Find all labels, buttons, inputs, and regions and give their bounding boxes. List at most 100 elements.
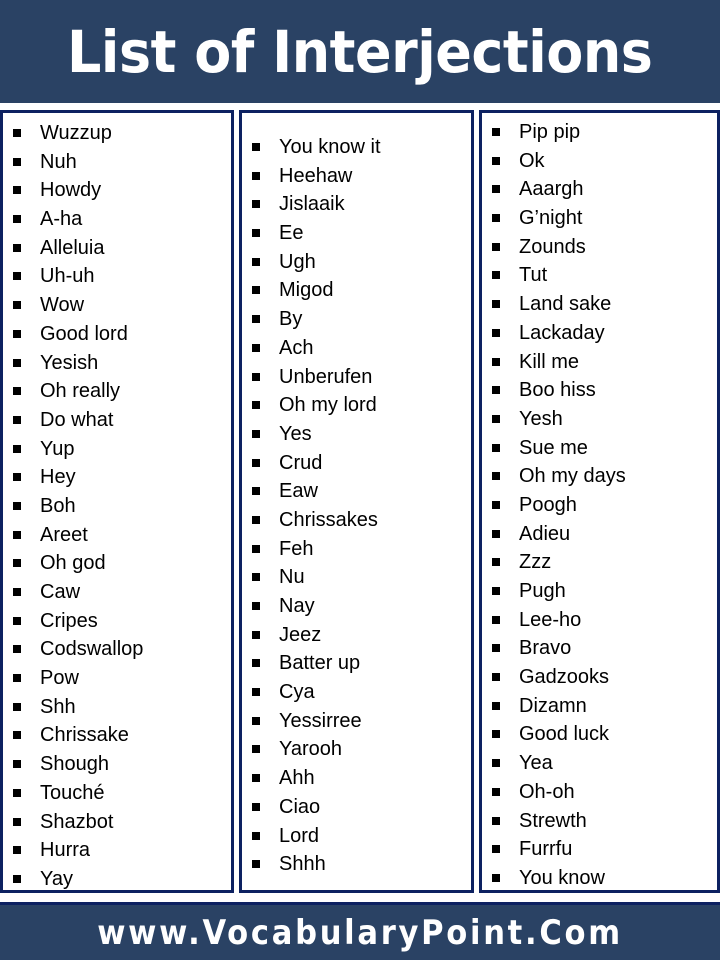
square-bullet-icon [492, 156, 500, 165]
interjection-text: Touché [40, 781, 105, 804]
square-bullet-icon [13, 501, 21, 510]
interjection-text: Areet [40, 523, 88, 546]
interjection-text: Codswallop [40, 638, 144, 661]
square-bullet-icon [252, 860, 260, 869]
square-bullet-icon [492, 500, 500, 509]
square-bullet-icon [252, 200, 260, 209]
square-bullet-icon [13, 129, 21, 137]
list-item: Ach [242, 334, 471, 363]
interjection-text: Hurra [40, 839, 91, 862]
list-item: Strewth [482, 807, 717, 836]
word-column-2: You know it Heehaw Jislaaik Ee Ugh Migod By Ach… [239, 110, 474, 893]
square-bullet-icon [252, 143, 260, 151]
list-item: By [242, 305, 471, 334]
website-url: www.VocabularyPoint.Com [97, 912, 623, 953]
interjection-text: Lord [279, 824, 320, 847]
interjection-text: Lee-ho [519, 608, 582, 631]
list-item: Ahh [242, 764, 471, 793]
list-item: Eaw [242, 477, 471, 506]
interjection-text: By [279, 308, 303, 331]
interjection-text: Yup [40, 437, 75, 460]
square-bullet-icon [492, 644, 500, 653]
interjection-text: Nu [279, 566, 305, 589]
square-bullet-icon [492, 271, 500, 280]
square-bullet-icon [13, 731, 21, 740]
square-bullet-icon [13, 329, 21, 338]
interjection-text: Boo hiss [519, 379, 596, 402]
list-item: Pow [3, 664, 231, 693]
interjection-text: Ee [279, 222, 304, 245]
list-item: Boh [3, 492, 231, 521]
list-item: Good lord [3, 320, 231, 349]
square-bullet-icon [13, 588, 21, 596]
list-item: Furrfu [482, 835, 717, 864]
list-item: Cripes [3, 607, 231, 636]
interjection-text: Yes [279, 422, 312, 445]
square-bullet-icon [13, 444, 21, 453]
interjection-text: Jeez [279, 623, 322, 646]
list-item: Nu [242, 563, 471, 592]
square-bullet-icon [492, 128, 500, 136]
list-item: Yessirree [242, 707, 471, 736]
square-bullet-icon [252, 458, 260, 467]
interjection-text: You know [519, 866, 605, 889]
interjection-text: Unberufen [279, 365, 373, 388]
list-item: Shh [3, 693, 231, 722]
square-bullet-icon [13, 846, 21, 855]
square-bullet-icon [252, 630, 260, 639]
word-list: You know it Heehaw Jislaaik Ee Ugh Migod By Ach… [242, 133, 471, 879]
square-bullet-icon [492, 357, 500, 366]
interjection-text: Lackaday [519, 321, 605, 344]
square-bullet-icon [13, 788, 21, 797]
interjection-text: Hey [40, 466, 76, 489]
interjection-text: Gadzooks [519, 666, 610, 689]
list-item: Shazbot [3, 808, 231, 837]
list-item: Hurra [3, 836, 231, 865]
square-bullet-icon [252, 602, 260, 610]
list-item: Yea [482, 749, 717, 778]
list-item: Good luck [482, 720, 717, 749]
interjection-text: Ach [279, 336, 314, 359]
square-bullet-icon [492, 328, 500, 337]
square-bullet-icon [13, 387, 21, 396]
interjection-text: Batter up [279, 652, 361, 675]
square-bullet-icon [492, 587, 500, 595]
list-item: Lackaday [482, 319, 717, 348]
word-column-1: Wuzzup Nuh Howdy A-ha Alleluia Uh-uh Wow Good l… [0, 110, 234, 893]
list-item: Ciao [242, 793, 471, 822]
square-bullet-icon [492, 787, 500, 796]
square-bullet-icon [252, 659, 260, 668]
interjection-text: Shhh [279, 853, 326, 876]
square-bullet-icon [252, 688, 260, 697]
square-bullet-icon [252, 171, 260, 180]
interjection-text: Wow [40, 294, 85, 317]
interjection-text: Shh [40, 695, 76, 718]
word-list: Wuzzup Nuh Howdy A-ha Alleluia Uh-uh Wow Good l… [3, 119, 231, 894]
interjection-text: Nuh [40, 150, 77, 173]
list-item: Yarooh [242, 735, 471, 764]
square-bullet-icon [13, 157, 21, 166]
list-item: Ee [242, 219, 471, 248]
interjection-text: Feh [279, 537, 314, 560]
list-item: Nuh [3, 148, 231, 177]
square-bullet-icon [252, 315, 260, 324]
square-bullet-icon [13, 674, 21, 683]
list-item: Uh-uh [3, 262, 231, 291]
list-item: Yesh [482, 405, 717, 434]
square-bullet-icon [252, 487, 260, 496]
square-bullet-icon [13, 215, 21, 224]
interjection-text: Pow [40, 667, 79, 690]
square-bullet-icon [492, 443, 500, 452]
interjection-text: Strewth [519, 809, 587, 832]
interjection-text: Pip pip [519, 121, 581, 143]
interjection-text: Migod [279, 279, 334, 302]
list-item: Chrissake [3, 721, 231, 750]
interjection-text: Zounds [519, 235, 586, 258]
list-item: Migod [242, 276, 471, 305]
title-banner: List of Interjections [0, 0, 720, 103]
list-item: Unberufen [242, 363, 471, 392]
list-item: Shhh [242, 850, 471, 879]
square-bullet-icon [13, 473, 21, 482]
square-bullet-icon [13, 358, 21, 367]
word-list: Pip pip Ok Aaargh G’night Zounds Tut Land sake… [482, 118, 717, 893]
